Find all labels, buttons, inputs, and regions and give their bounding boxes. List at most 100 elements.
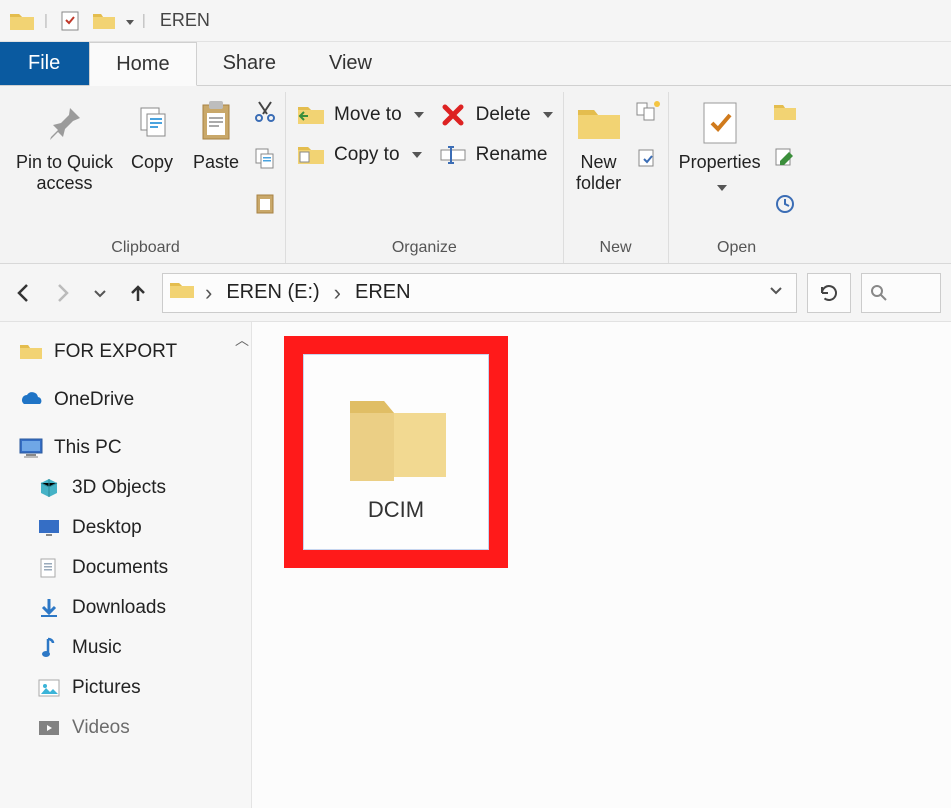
- desktop-icon: [36, 515, 62, 541]
- breadcrumb-sep: [201, 280, 216, 306]
- nav-back-button[interactable]: [10, 277, 38, 309]
- new-group-label: New: [570, 235, 662, 259]
- music-icon: [36, 635, 62, 661]
- addr-dropdown[interactable]: [762, 281, 790, 304]
- annotation-highlight: DCIM: [284, 336, 508, 568]
- sidebar-label: FOR EXPORT: [54, 341, 177, 363]
- sidebar-label: Pictures: [72, 677, 141, 699]
- new-folder-icon: [574, 98, 624, 148]
- copy-to-button[interactable]: Copy to: [292, 138, 428, 172]
- breadcrumb-sep: [330, 280, 345, 306]
- refresh-button[interactable]: [807, 273, 851, 313]
- folder-icon: [18, 339, 44, 365]
- pin-label: Pin to Quick access: [16, 152, 113, 194]
- nav-forward-button[interactable]: [48, 277, 76, 309]
- new-folder-label: New folder: [576, 152, 621, 194]
- new-item-icon[interactable]: [634, 98, 662, 126]
- clipboard-group-label: Clipboard: [12, 235, 279, 259]
- sidebar-label: Music: [72, 637, 122, 659]
- sidebar-label: Videos: [72, 717, 130, 739]
- nav-recent-dropdown[interactable]: [86, 277, 114, 309]
- sidebar-scroll-up[interactable]: ︿: [233, 330, 251, 350]
- move-to-label: Move to: [334, 104, 402, 126]
- folder-item-label: DCIM: [368, 497, 424, 523]
- this-pc-icon: [18, 435, 44, 461]
- paste-button[interactable]: Paste: [187, 94, 245, 177]
- copy-label: Copy: [131, 152, 173, 173]
- sidebar-item-onedrive[interactable]: OneDrive: [0, 380, 251, 420]
- tab-share[interactable]: Share: [197, 42, 303, 85]
- objects3d-icon: [36, 475, 62, 501]
- paste-shortcut-icon[interactable]: [251, 190, 279, 218]
- nav-up-button[interactable]: [124, 277, 152, 309]
- rename-icon: [438, 140, 468, 170]
- rename-label: Rename: [476, 144, 548, 166]
- qat-newfolder-icon[interactable]: [90, 9, 118, 33]
- paste-label: Paste: [193, 152, 239, 173]
- sidebar-label: OneDrive: [54, 389, 134, 411]
- sidebar-item-downloads[interactable]: Downloads: [0, 588, 251, 628]
- tab-home[interactable]: Home: [89, 42, 196, 86]
- address-row: EREN (E:) EREN: [0, 264, 951, 322]
- copy-icon: [127, 98, 177, 148]
- sidebar-item-videos[interactable]: Videos: [0, 708, 251, 748]
- rename-button[interactable]: Rename: [434, 138, 557, 172]
- onedrive-icon: [18, 387, 44, 413]
- sidebar-item-documents[interactable]: Documents: [0, 548, 251, 588]
- chevron-down-icon: [408, 144, 422, 166]
- sidebar-label: This PC: [54, 437, 122, 459]
- sidebar-item-music[interactable]: Music: [0, 628, 251, 668]
- open-icon[interactable]: [771, 98, 799, 126]
- ribbon: Pin to Quick access Copy Paste: [0, 86, 951, 264]
- folder-item-dcim[interactable]: DCIM: [303, 354, 489, 550]
- ribbon-group-organize: Move to Copy to Delete: [286, 92, 564, 263]
- delete-icon: [438, 100, 468, 130]
- sidebar-label: 3D Objects: [72, 477, 166, 499]
- copy-to-label: Copy to: [334, 144, 399, 166]
- qat-dropdown[interactable]: [124, 12, 134, 29]
- properties-button[interactable]: Properties: [675, 94, 765, 202]
- sidebar-item-for-export[interactable]: FOR EXPORT: [0, 332, 251, 372]
- qat-properties-icon[interactable]: [56, 9, 84, 33]
- pin-icon: [40, 98, 90, 148]
- sidebar-item-desktop[interactable]: Desktop: [0, 508, 251, 548]
- pin-to-quick-access-button[interactable]: Pin to Quick access: [12, 94, 117, 198]
- properties-label: Properties: [679, 152, 761, 173]
- organize-group-label: Organize: [292, 235, 557, 259]
- sidebar-item-this-pc[interactable]: This PC: [0, 428, 251, 468]
- search-input[interactable]: [861, 273, 941, 313]
- copy-button[interactable]: Copy: [123, 94, 181, 177]
- documents-icon: [36, 555, 62, 581]
- history-icon[interactable]: [771, 190, 799, 218]
- sidebar-label: Documents: [72, 557, 168, 579]
- sidebar-item-3d-objects[interactable]: 3D Objects: [0, 468, 251, 508]
- tab-view[interactable]: View: [303, 42, 399, 85]
- nav-sidebar: ︿ FOR EXPORT OneDrive This PC 3D Objects: [0, 322, 252, 808]
- ribbon-group-open: Properties Open: [669, 92, 805, 263]
- addr-folder-icon: [169, 279, 195, 307]
- copy-to-icon: [296, 140, 326, 170]
- titlebar: | | EREN: [0, 0, 951, 42]
- breadcrumb-drive[interactable]: EREN (E:): [222, 281, 323, 304]
- breadcrumb-folder[interactable]: EREN: [351, 281, 415, 304]
- sidebar-item-pictures[interactable]: Pictures: [0, 668, 251, 708]
- easy-access-icon[interactable]: [634, 144, 662, 172]
- window-title: EREN: [160, 10, 210, 31]
- separator: |: [42, 12, 50, 29]
- tab-file[interactable]: File: [0, 42, 89, 85]
- address-bar[interactable]: EREN (E:) EREN: [162, 273, 797, 313]
- downloads-icon: [36, 595, 62, 621]
- copy-path-icon[interactable]: [251, 144, 279, 172]
- new-folder-button[interactable]: New folder: [570, 94, 628, 198]
- main: ︿ FOR EXPORT OneDrive This PC 3D Objects: [0, 322, 951, 808]
- edit-icon[interactable]: [771, 144, 799, 172]
- cut-icon[interactable]: [251, 98, 279, 126]
- sidebar-label: Desktop: [72, 517, 142, 539]
- separator: |: [140, 12, 148, 29]
- content-pane[interactable]: DCIM: [252, 322, 951, 808]
- move-to-button[interactable]: Move to: [292, 98, 428, 132]
- delete-button[interactable]: Delete: [434, 98, 557, 132]
- chevron-down-icon: [410, 104, 424, 126]
- open-group-label: Open: [675, 235, 799, 259]
- folder-icon: [336, 381, 456, 491]
